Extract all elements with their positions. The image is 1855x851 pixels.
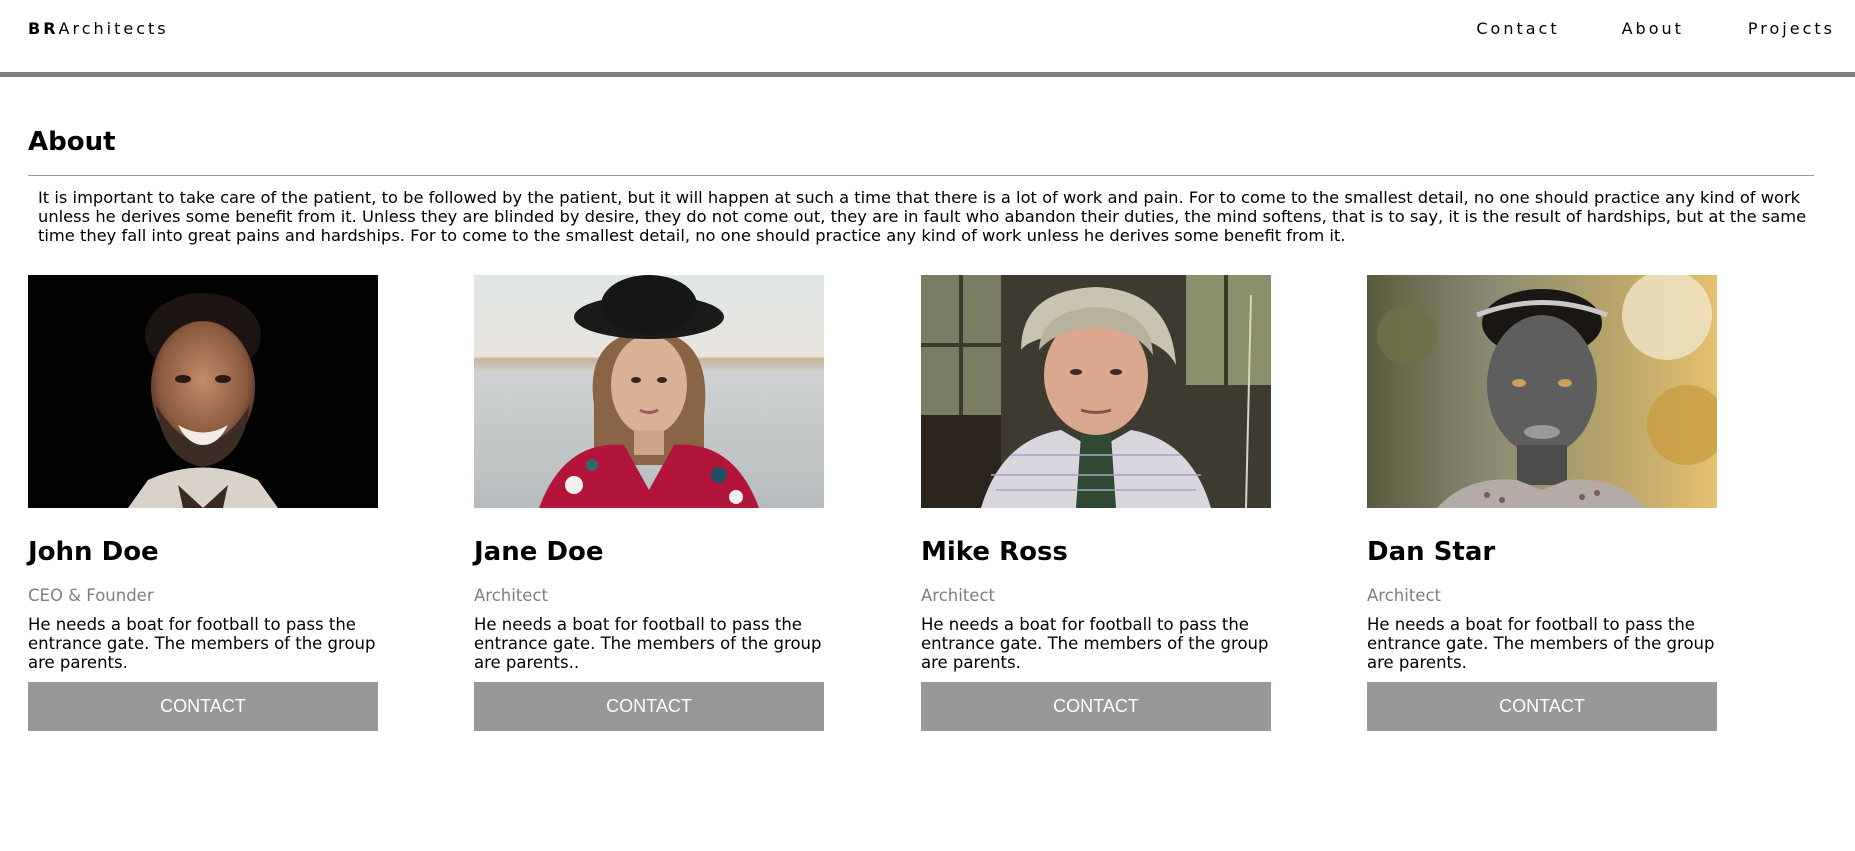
- team-member-name: Mike Ross: [921, 537, 1068, 567]
- nav-link-projects[interactable]: Projects: [1748, 19, 1835, 39]
- section-divider: [28, 175, 1814, 176]
- portrait-image: [474, 275, 824, 508]
- nav-link-contact[interactable]: Contact: [1476, 19, 1559, 39]
- portrait-image: [28, 275, 378, 508]
- portrait-image: [921, 275, 1271, 508]
- team-card-dan-star: Dan Star Architect He needs a boat for f…: [1367, 275, 1717, 731]
- team-card-john-doe: John Doe CEO & Founder He needs a boat f…: [28, 275, 378, 731]
- contact-button[interactable]: CONTACT: [28, 682, 378, 731]
- contact-button[interactable]: CONTACT: [921, 682, 1271, 731]
- contact-button[interactable]: CONTACT: [474, 682, 824, 731]
- team-member-description: He needs a boat for football to pass the…: [28, 615, 376, 672]
- team-member-description: He needs a boat for football to pass the…: [474, 615, 822, 672]
- team-member-role: Architect: [1367, 586, 1441, 605]
- logo-text: Architects: [58, 19, 169, 38]
- brand-logo[interactable]: BRArchitects: [28, 19, 169, 39]
- team-member-role: Architect: [474, 586, 548, 605]
- about-heading: About: [28, 127, 116, 157]
- team-card-mike-ross: Mike Ross Architect He needs a boat for …: [921, 275, 1271, 731]
- team-member-name: Dan Star: [1367, 537, 1496, 567]
- team-card-jane-doe: Jane Doe Architect He needs a boat for f…: [474, 275, 824, 731]
- nav-link-about[interactable]: About: [1622, 19, 1684, 39]
- team-member-role: CEO & Founder: [28, 586, 154, 605]
- team-member-photo: [28, 275, 378, 508]
- top-navigation-bar: BRArchitects Contact About Projects: [0, 0, 1855, 77]
- team-member-photo: [921, 275, 1271, 508]
- team-member-description: He needs a boat for football to pass the…: [1367, 615, 1715, 672]
- about-paragraph: It is important to take care of the pati…: [38, 188, 1807, 245]
- team-member-photo: [1367, 275, 1717, 508]
- team-member-photo: [474, 275, 824, 508]
- logo-bold-text: BR: [28, 19, 59, 38]
- team-member-description: He needs a boat for football to pass the…: [921, 615, 1269, 672]
- portrait-image: [1367, 275, 1717, 508]
- team-member-name: John Doe: [28, 537, 159, 567]
- contact-button[interactable]: CONTACT: [1367, 682, 1717, 731]
- main-nav: Contact About Projects: [1476, 19, 1835, 39]
- team-member-role: Architect: [921, 586, 995, 605]
- team-member-name: Jane Doe: [474, 537, 604, 567]
